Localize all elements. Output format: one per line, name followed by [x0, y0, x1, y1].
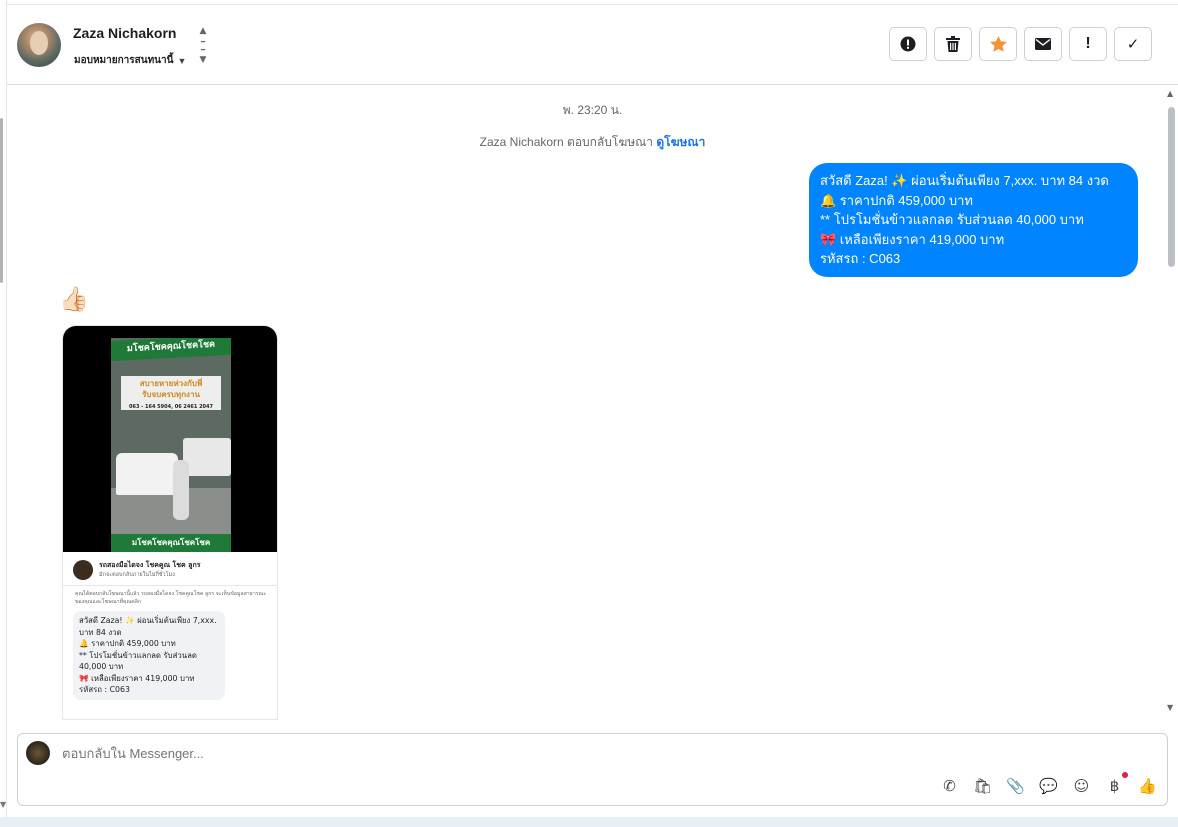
- assign-conversation-dropdown[interactable]: มอบหมายการสนทนานี้ ▼: [74, 53, 186, 68]
- bottom-strip: [0, 817, 1178, 827]
- ad-sign: สบายหายห่วงกับพี่ รับจบครบทุกงาน 063 - 1…: [121, 376, 221, 410]
- ad-message-preview: สวัสดี Zaza! ✨ ผ่อนเริ่มต้นเพียง 7,xxx. …: [73, 611, 225, 700]
- ad-reply-text: Zaza Nichakorn ตอบกลับโฆษณา: [479, 135, 654, 149]
- more-dots-icon[interactable]: ━ ━: [197, 38, 209, 54]
- chat-bubble-icon[interactable]: 💬: [1039, 776, 1058, 795]
- page-avatar: [26, 741, 50, 765]
- ad-reply-notice: Zaza Nichakorn ตอบกลับโฆษณา ดูโฆษณา: [7, 133, 1178, 152]
- ad-preview-card[interactable]: มโชคโชคคุณโชคโชค สบายหายห่วงกับพี่ รับจบ…: [62, 325, 278, 720]
- left-scrollbar-thumb[interactable]: [0, 118, 3, 283]
- outgoing-message[interactable]: สวัสดี Zaza! ✨ ผ่อนเริ่มต้นเพียง 7,xxx. …: [809, 163, 1138, 277]
- ad-truck-back: [183, 438, 231, 476]
- left-panel-edge: ▼: [0, 0, 7, 827]
- preview-line: 40,000 บาท: [79, 662, 124, 671]
- scroll-up-icon[interactable]: ▲: [1167, 89, 1173, 98]
- preview-line: 🔔 ราคาปกติ 459,000 บาท: [79, 639, 176, 648]
- header-actions: ! ✓: [889, 27, 1152, 61]
- contact-avatar[interactable]: [17, 23, 61, 67]
- mark-unread-button[interactable]: [1024, 27, 1062, 61]
- view-ad-link[interactable]: ดูโฆษณา: [656, 135, 705, 149]
- ad-sign-line3: 063 - 164 5904, 06 2461 2047: [129, 404, 213, 410]
- ad-banner-top: มโชคโชคคุณโชคโชค: [111, 338, 231, 362]
- ad-banner-bottom: มโชคโชคคุณโชคโชค: [111, 534, 231, 552]
- shopping-bag-icon[interactable]: 🛍: [973, 776, 992, 795]
- message-line: 🔔 ราคาปกติ 459,000 บาท: [820, 192, 973, 208]
- ad-page-subtitle: มักจะตอบกลับภายในไม่กี่ชั่วโมง: [99, 572, 175, 578]
- ad-video[interactable]: มโชคโชคคุณโชคโชค สบายหายห่วงกับพี่ รับจบ…: [63, 326, 277, 552]
- message-line: 🎀 เหลือเพียงราคา 419,000 บาท: [820, 231, 1005, 247]
- mark-done-button[interactable]: ✓: [1114, 27, 1152, 61]
- message-line: ** โปรโมชั่นข้าวแลกลด รับส่วนลด 40,000 บ…: [820, 212, 1084, 227]
- thumbs-up-icon[interactable]: 👍: [1138, 776, 1157, 795]
- follow-up-button[interactable]: !: [1069, 27, 1107, 61]
- ad-page-avatar: [73, 560, 93, 580]
- star-button[interactable]: [979, 27, 1017, 61]
- paperclip-icon[interactable]: 📎: [1006, 776, 1025, 795]
- thread-scrollbar-thumb[interactable]: [1168, 107, 1175, 267]
- messenger-inbox: ▼ Zaza Nichakorn มอบหมายการสนทนานี้ ▼ ▲ …: [0, 0, 1178, 827]
- ad-sign-line1: สบายหายห่วงกับพี่: [139, 379, 203, 388]
- message-line: รหัสรถ : C063: [820, 251, 901, 266]
- thread-scrollbar[interactable]: ▲ ▼: [1165, 85, 1178, 720]
- star-icon: [989, 36, 1007, 52]
- mark-spam-button[interactable]: [889, 27, 927, 61]
- contact-name[interactable]: Zaza Nichakorn: [73, 25, 176, 41]
- preview-line: บาท 84 งวด: [79, 627, 122, 637]
- message-line: สวัสดี Zaza! ✨ ผ่อนเริ่มต้นเพียง 7,xxx. …: [820, 173, 1109, 188]
- reply-composer: ✆ 🛍 📎 💬 ☺ ฿ 👍: [17, 733, 1168, 806]
- ad-description: คุณได้ตอบกลับโฆษณานี้แล้ว รถสองมือไดจง โ…: [75, 591, 267, 605]
- previous-conversation-icon[interactable]: ▲: [197, 25, 209, 38]
- incoming-like-emoji[interactable]: 👍🏻: [59, 285, 89, 313]
- conversation-navigator: ▲ ━ ━ ▼: [197, 25, 209, 65]
- envelope-icon: [1035, 38, 1051, 50]
- next-conversation-icon[interactable]: ▼: [197, 54, 209, 67]
- preview-line: 🎀 เหลือเพียงราคา 419,000 บาท: [79, 673, 195, 683]
- composer-toolbar: ✆ 🛍 📎 💬 ☺ ฿ 👍: [940, 772, 1157, 795]
- notification-dot: [1122, 772, 1128, 778]
- ad-person: [173, 460, 189, 520]
- assign-label: มอบหมายการสนทนานี้: [74, 55, 174, 66]
- left-scroll-down-icon[interactable]: ▼: [0, 800, 6, 809]
- preview-line: รหัสรถ : C063: [79, 685, 130, 694]
- message-thread[interactable]: พ. 23:20 น. Zaza Nichakorn ตอบกลับโฆษณา …: [7, 85, 1178, 720]
- ad-truck: [116, 453, 178, 495]
- check-icon: ✓: [1126, 35, 1140, 53]
- reply-input[interactable]: [62, 746, 662, 761]
- baht-icon: ฿: [1109, 776, 1120, 795]
- message-timestamp: พ. 23:20 น.: [562, 103, 623, 117]
- ad-sign-line2: รับจบครบทุกงาน: [142, 390, 200, 399]
- preview-line: สวัสดี Zaza! ✨ ผ่อนเริ่มต้นเพียง 7,xxx.: [79, 616, 217, 625]
- conversation-header: Zaza Nichakorn มอบหมายการสนทนานี้ ▼ ▲ ━ ━…: [7, 4, 1178, 85]
- scroll-down-icon[interactable]: ▼: [1167, 703, 1173, 712]
- alert-circle-icon: [900, 36, 916, 52]
- trash-icon: [946, 36, 960, 52]
- phone-plus-icon[interactable]: ✆: [940, 776, 959, 795]
- ad-video-frame: มโชคโชคคุณโชคโชค สบายหายห่วงกับพี่ รับจบ…: [111, 338, 231, 552]
- ad-page-name: รถสองมือไดจง โชคคูณ โชค ลูกร: [99, 561, 201, 569]
- divider: [63, 585, 277, 586]
- baht-payment-button[interactable]: ฿: [1105, 772, 1128, 795]
- delete-button[interactable]: [934, 27, 972, 61]
- exclamation-icon: !: [1085, 35, 1091, 52]
- smiley-icon[interactable]: ☺: [1072, 776, 1091, 795]
- chevron-down-icon: ▼: [177, 55, 187, 66]
- preview-line: ** โปรโมชั่นข้าวแลกลด รับส่วนลด: [79, 650, 197, 660]
